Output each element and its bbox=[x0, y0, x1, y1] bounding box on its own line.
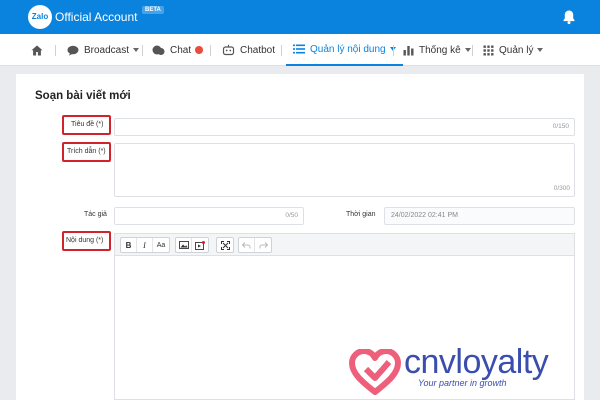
top-bar: Zalo Official Account BETA bbox=[0, 0, 600, 34]
nav-content-management[interactable]: Quản lý nội dung bbox=[286, 34, 403, 66]
time-label: Thời gian bbox=[346, 211, 376, 218]
nav-home[interactable] bbox=[31, 34, 48, 66]
excerpt-textarea[interactable]: 0/300 bbox=[114, 143, 575, 197]
watermark-tagline: Your partner in growth bbox=[418, 378, 507, 388]
video-icon bbox=[195, 240, 205, 250]
watermark-brand: cnvloyalty bbox=[404, 343, 549, 381]
robot-icon bbox=[222, 44, 235, 56]
nav-chatbot[interactable]: Chatbot bbox=[222, 34, 275, 66]
title-input[interactable]: 0/150 bbox=[114, 118, 575, 136]
nav-statistics[interactable]: Thống kê bbox=[403, 34, 471, 66]
insert-video-button[interactable] bbox=[192, 238, 208, 252]
text-format-group: B I Aa bbox=[120, 237, 170, 253]
nav-broadcast[interactable]: Broadcast bbox=[67, 34, 140, 66]
insert-image-button[interactable] bbox=[176, 238, 192, 252]
page-title: Soạn bài viết mới bbox=[35, 90, 131, 102]
home-icon bbox=[31, 45, 43, 55]
excerpt-label: Trích dẫn (*) bbox=[67, 148, 106, 155]
megaphone-icon bbox=[67, 45, 79, 56]
time-value: 24/02/2022 02:41 PM bbox=[391, 212, 458, 219]
nav-separator bbox=[142, 45, 143, 56]
undo-icon bbox=[242, 241, 251, 248]
chevron-down-icon bbox=[133, 48, 140, 52]
author-label: Tác giả bbox=[84, 211, 107, 218]
nav-broadcast-label: Broadcast bbox=[84, 44, 130, 56]
excerpt-counter: 0/300 bbox=[553, 185, 570, 192]
redo-button[interactable] bbox=[255, 238, 271, 252]
author-input[interactable]: 0/50 bbox=[114, 207, 304, 225]
beta-badge: BETA bbox=[142, 6, 164, 14]
image-icon bbox=[178, 241, 189, 249]
list-icon bbox=[293, 44, 305, 54]
italic-button[interactable]: I bbox=[137, 238, 153, 252]
bold-button[interactable]: B bbox=[121, 238, 137, 252]
undo-button[interactable] bbox=[239, 238, 255, 252]
fullscreen-button[interactable] bbox=[217, 238, 233, 252]
author-counter: 0/50 bbox=[285, 212, 298, 219]
bar-chart-icon bbox=[403, 45, 414, 55]
nav-separator bbox=[210, 45, 211, 56]
view-group bbox=[216, 237, 234, 253]
zalo-logo[interactable]: Zalo bbox=[28, 5, 52, 29]
chat-bubbles-icon bbox=[152, 45, 165, 55]
title-counter: 0/150 bbox=[552, 123, 569, 130]
title-label: Tiêu đề (*) bbox=[71, 121, 104, 128]
grid-icon bbox=[483, 45, 494, 55]
chevron-down-icon bbox=[464, 48, 471, 52]
nav-separator bbox=[281, 45, 282, 56]
nav-separator bbox=[393, 45, 394, 56]
content-label: Nội dung (*) bbox=[66, 237, 104, 244]
main-nav: Broadcast Chat Chatbot Quản lý nội dung … bbox=[0, 34, 600, 66]
nav-separator bbox=[55, 45, 56, 56]
nav-separator bbox=[472, 45, 473, 56]
chevron-down-icon bbox=[537, 48, 544, 52]
media-group bbox=[175, 237, 209, 253]
nav-chatbot-label: Chatbot bbox=[240, 44, 276, 56]
time-input[interactable]: 24/02/2022 02:41 PM bbox=[384, 207, 575, 225]
font-size-button[interactable]: Aa bbox=[153, 238, 169, 252]
heart-logo-icon bbox=[349, 349, 401, 395]
nav-chat-label: Chat bbox=[170, 44, 192, 56]
bell-icon[interactable] bbox=[561, 9, 577, 25]
fullscreen-icon bbox=[220, 240, 230, 250]
nav-content-management-label: Quản lý nội dung bbox=[310, 43, 386, 55]
nav-chat[interactable]: Chat bbox=[152, 34, 204, 66]
redo-icon bbox=[259, 241, 268, 248]
history-group bbox=[238, 237, 272, 253]
nav-manage[interactable]: Quản lý bbox=[483, 34, 544, 66]
nav-manage-label: Quản lý bbox=[499, 44, 534, 56]
brand-name: Official Account bbox=[55, 10, 138, 24]
nav-statistics-label: Thống kê bbox=[419, 44, 461, 56]
editor-toolbar: B I Aa bbox=[114, 233, 575, 255]
chat-notification-badge bbox=[195, 46, 204, 54]
